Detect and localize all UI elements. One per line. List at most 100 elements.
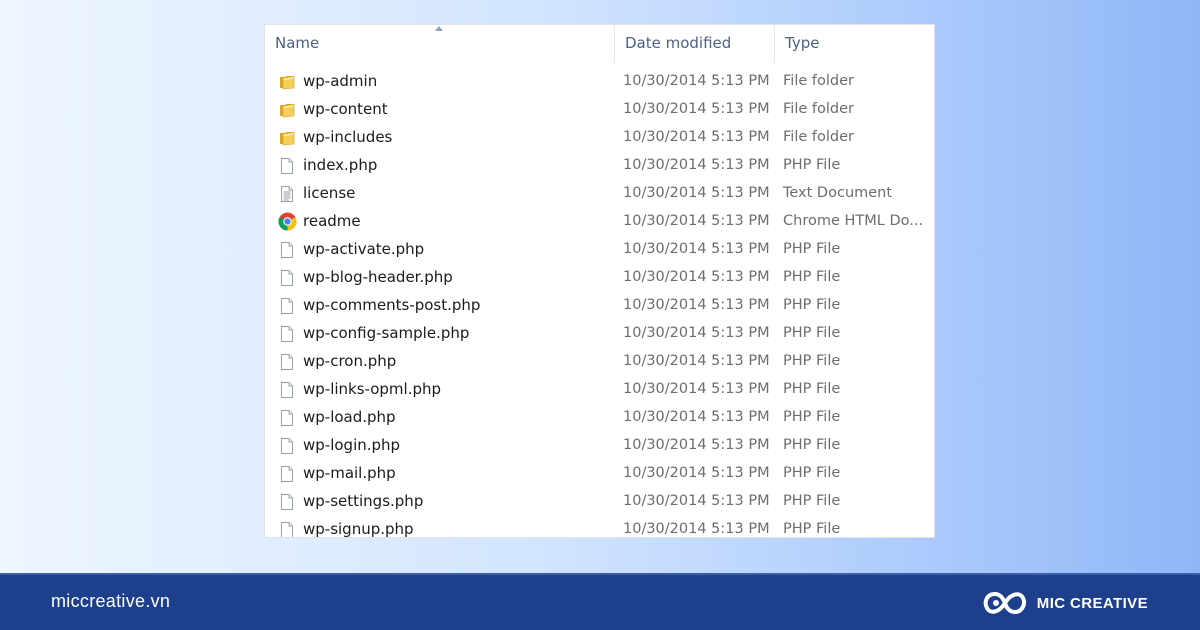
file-date-modified: 10/30/2014 5:13 PM	[623, 521, 770, 537]
file-name: license	[303, 184, 356, 202]
column-header-bar: Name Date modified Type	[265, 25, 934, 63]
file-row[interactable]: wp-cron.php 10/30/2014 5:13 PM PHP File	[265, 347, 934, 375]
file-row[interactable]: wp-blog-header.php 10/30/2014 5:13 PM PHP …	[265, 263, 934, 291]
file-name: wp-blog-header.php	[303, 268, 453, 286]
file-row[interactable]: index.php 10/30/2014 5:13 PM PHP File	[265, 151, 934, 179]
file-date-modified: 10/30/2014 5:13 PM	[623, 409, 770, 425]
file-type: File folder	[783, 129, 854, 145]
file-row[interactable]: wp-settings.php 10/30/2014 5:13 PM PHP Fil…	[265, 487, 934, 515]
file-icon	[278, 240, 296, 258]
file-name: wp-cron.php	[303, 352, 397, 370]
folder-icon	[278, 128, 296, 146]
text-document-icon	[278, 184, 296, 202]
file-row[interactable]: readme 10/30/2014 5:13 PM Chrome HTML Do..…	[265, 207, 934, 235]
file-explorer-window: Name Date modified Type wp-admin 10/30/20…	[264, 24, 935, 538]
file-row[interactable]: wp-includes 10/30/2014 5:13 PM File folder	[265, 123, 934, 151]
file-row[interactable]: wp-config-sample.php 10/30/2014 5:13 PM PH…	[265, 319, 934, 347]
folder-icon	[278, 100, 296, 118]
column-header-type-label: Type	[785, 34, 820, 52]
file-type: File folder	[783, 73, 854, 89]
file-date-modified: 10/30/2014 5:13 PM	[623, 297, 770, 313]
file-row[interactable]: wp-content 10/30/2014 5:13 PM File folder	[265, 95, 934, 123]
file-name: wp-mail.php	[303, 464, 396, 482]
infinity-logo-icon	[983, 592, 1026, 615]
file-row[interactable]: wp-comments-post.php 10/30/2014 5:13 PM PH…	[265, 291, 934, 319]
file-date-modified: 10/30/2014 5:13 PM	[623, 381, 770, 397]
file-name: index.php	[303, 156, 378, 174]
file-icon	[278, 268, 296, 286]
file-name: wp-includes	[303, 128, 393, 146]
file-icon	[278, 408, 296, 426]
file-icon	[278, 324, 296, 342]
file-row[interactable]: wp-login.php 10/30/2014 5:13 PM PHP File	[265, 431, 934, 459]
column-header-date-modified[interactable]: Date modified	[614, 25, 774, 63]
file-icon	[278, 352, 296, 370]
file-type: PHP File	[783, 493, 841, 509]
file-icon	[278, 520, 296, 537]
file-type: PHP File	[783, 325, 841, 341]
file-type: File folder	[783, 101, 854, 117]
file-date-modified: 10/30/2014 5:13 PM	[623, 269, 770, 285]
file-date-modified: 10/30/2014 5:13 PM	[623, 213, 770, 229]
brand-logo[interactable]: MIC CREATIVE	[981, 588, 1148, 618]
sort-ascending-icon	[435, 26, 443, 31]
file-icon	[278, 156, 296, 174]
file-type: PHP File	[783, 157, 841, 173]
file-type: PHP File	[783, 269, 841, 285]
file-icon	[278, 380, 296, 398]
file-row[interactable]: license 10/30/2014 5:13 PM Text Document	[265, 179, 934, 207]
file-row[interactable]: wp-signup.php 10/30/2014 5:13 PM PHP File	[265, 515, 934, 538]
file-date-modified: 10/30/2014 5:13 PM	[623, 437, 770, 453]
file-date-modified: 10/30/2014 5:13 PM	[623, 157, 770, 173]
file-icon	[278, 436, 296, 454]
file-type: PHP File	[783, 241, 841, 257]
site-url[interactable]: miccreative.vn	[51, 591, 170, 612]
file-row[interactable]: wp-mail.php 10/30/2014 5:13 PM PHP File	[265, 459, 934, 487]
file-date-modified: 10/30/2014 5:13 PM	[623, 241, 770, 257]
file-name: wp-config-sample.php	[303, 324, 470, 342]
column-header-name-label: Name	[275, 34, 320, 52]
file-row[interactable]: wp-admin 10/30/2014 5:13 PM File folder	[265, 67, 934, 95]
file-list: wp-admin 10/30/2014 5:13 PM File folder wp-…	[265, 67, 934, 538]
brand-name: MIC CREATIVE	[1036, 594, 1148, 612]
column-header-name[interactable]: Name	[265, 25, 614, 63]
folder-icon	[278, 72, 296, 90]
file-type: PHP File	[783, 381, 841, 397]
file-date-modified: 10/30/2014 5:13 PM	[623, 129, 770, 145]
file-date-modified: 10/30/2014 5:13 PM	[623, 101, 770, 117]
file-type: PHP File	[783, 437, 841, 453]
file-type: Chrome HTML Do...	[783, 213, 924, 229]
file-date-modified: 10/30/2014 5:13 PM	[623, 73, 770, 89]
file-type: PHP File	[783, 297, 841, 313]
file-date-modified: 10/30/2014 5:13 PM	[623, 353, 770, 369]
file-name: wp-signup.php	[303, 520, 414, 538]
column-header-date-label: Date modified	[625, 34, 732, 52]
file-date-modified: 10/30/2014 5:13 PM	[623, 465, 770, 481]
file-icon	[278, 296, 296, 314]
file-type: PHP File	[783, 521, 841, 537]
file-type: PHP File	[783, 409, 841, 425]
file-name: readme	[303, 212, 361, 230]
file-name: wp-content	[303, 100, 388, 118]
file-type: PHP File	[783, 465, 841, 481]
file-icon	[278, 492, 296, 510]
file-name: wp-admin	[303, 72, 378, 90]
column-header-type[interactable]: Type	[774, 25, 934, 63]
file-row[interactable]: wp-links-opml.php 10/30/2014 5:13 PM PHP F…	[265, 375, 934, 403]
file-row[interactable]: wp-activate.php 10/30/2014 5:13 PM PHP Fil…	[265, 235, 934, 263]
file-name: wp-load.php	[303, 408, 396, 426]
file-name: wp-comments-post.php	[303, 296, 481, 314]
file-date-modified: 10/30/2014 5:13 PM	[623, 493, 770, 509]
file-type: Text Document	[783, 185, 893, 201]
file-name: wp-activate.php	[303, 240, 425, 258]
file-type: PHP File	[783, 353, 841, 369]
file-icon	[278, 464, 296, 482]
file-name: wp-links-opml.php	[303, 380, 442, 398]
file-name: wp-settings.php	[303, 492, 424, 510]
file-name: wp-login.php	[303, 436, 401, 454]
chrome-icon	[278, 212, 297, 231]
file-date-modified: 10/30/2014 5:13 PM	[623, 185, 770, 201]
footer-bar: miccreative.vn MIC CREATIVE	[0, 573, 1200, 630]
file-date-modified: 10/30/2014 5:13 PM	[623, 325, 770, 341]
file-row[interactable]: wp-load.php 10/30/2014 5:13 PM PHP File	[265, 403, 934, 431]
